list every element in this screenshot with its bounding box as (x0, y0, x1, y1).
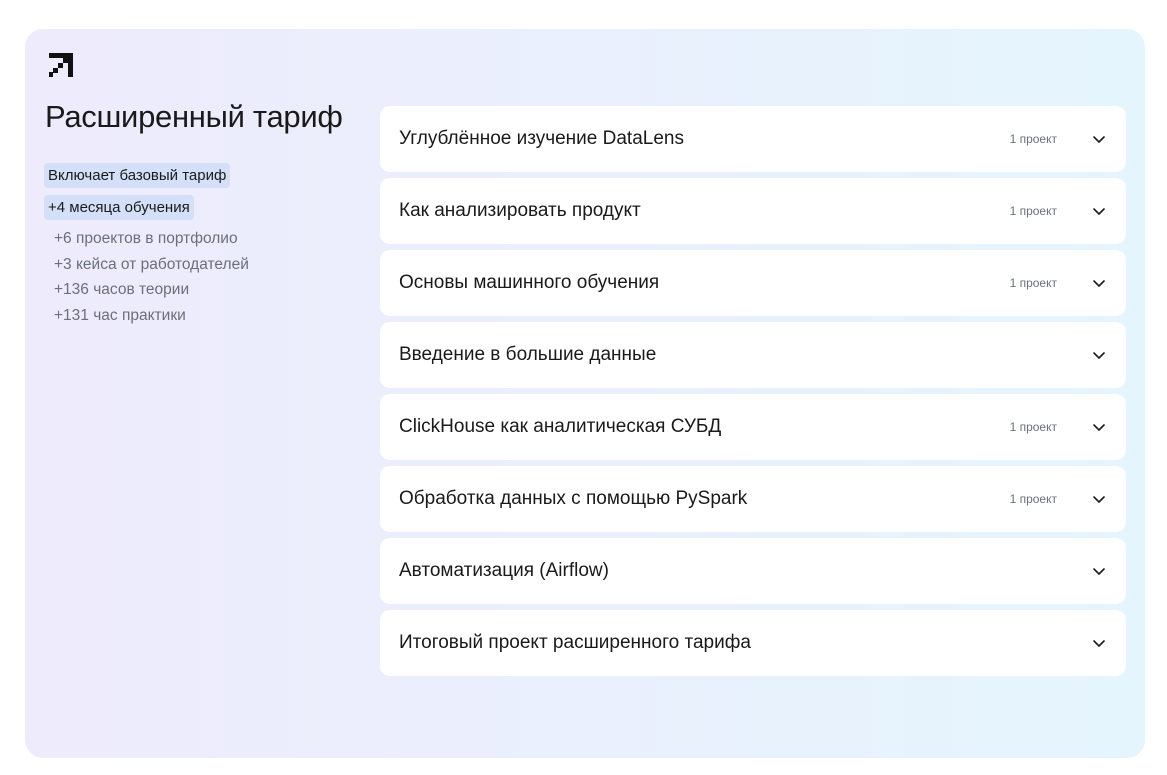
chevron-down-icon[interactable] (1092, 636, 1106, 650)
module-item-pyspark[interactable]: Обработка данных с помощью PySpark 1 про… (380, 466, 1126, 532)
duration-chip: +4 месяца обучения (44, 195, 194, 220)
project-count-badge: 1 проект (1009, 204, 1057, 218)
module-item-final-project[interactable]: Итоговый проект расширенного тарифа (380, 610, 1126, 676)
module-item-datalens[interactable]: Углублённое изучение DataLens 1 проект (380, 106, 1126, 172)
chevron-down-icon[interactable] (1092, 276, 1106, 290)
module-item-airflow[interactable]: Автоматизация (Airflow) (380, 538, 1126, 604)
feature-item: +6 проектов в портфолио (54, 230, 238, 247)
chevron-down-icon[interactable] (1092, 492, 1106, 506)
chevron-down-icon[interactable] (1092, 132, 1106, 146)
project-count-badge: 1 проект (1009, 492, 1057, 506)
module-item-machine-learning[interactable]: Основы машинного обучения 1 проект (380, 250, 1126, 316)
chevron-down-icon[interactable] (1092, 204, 1106, 218)
module-title: Основы машинного обучения (399, 272, 660, 293)
module-title: Итоговый проект расширенного тарифа (399, 632, 751, 653)
feature-item: +131 час практики (54, 307, 186, 325)
module-accordion: Углублённое изучение DataLens 1 проект К… (380, 106, 1126, 682)
module-item-clickhouse[interactable]: ClickHouse как аналитическая СУБД 1 прое… (380, 394, 1126, 460)
module-title: Обработка данных с помощью PySpark (399, 488, 748, 509)
module-item-product-analysis[interactable]: Как анализировать продукт 1 проект (380, 178, 1126, 244)
project-count-badge: 1 проект (1009, 420, 1057, 434)
feature-item: +3 кейса от работодателей (54, 255, 249, 273)
module-title: Введение в большие данные (399, 344, 657, 365)
module-item-big-data[interactable]: Введение в большие данные (380, 322, 1126, 388)
tariff-title: Расширенный тариф (45, 99, 343, 134)
chevron-down-icon[interactable] (1092, 420, 1106, 434)
tariff-card: Расширенный тариф Включает базовый тариф… (25, 29, 1145, 758)
feature-item: +136 часов теории (54, 281, 190, 299)
module-title: Углублённое изучение DataLens (399, 128, 684, 149)
includes-basic-chip: Включает базовый тариф (44, 163, 231, 188)
module-title: Как анализировать продукт (399, 200, 641, 221)
module-title: Автоматизация (Airflow) (399, 560, 609, 581)
module-title: ClickHouse как аналитическая СУБД (399, 416, 722, 437)
chevron-down-icon[interactable] (1092, 564, 1106, 578)
tariff-highlights: Включает базовый тариф +4 месяца обучени… (44, 163, 364, 227)
arrow-up-left-pixel-icon (49, 53, 73, 77)
project-count-badge: 1 проект (1009, 132, 1057, 146)
tariff-features: +6 проектов в портфолио +3 кейса от рабо… (54, 226, 249, 329)
project-count-badge: 1 проект (1009, 276, 1057, 290)
chevron-down-icon[interactable] (1092, 348, 1106, 362)
